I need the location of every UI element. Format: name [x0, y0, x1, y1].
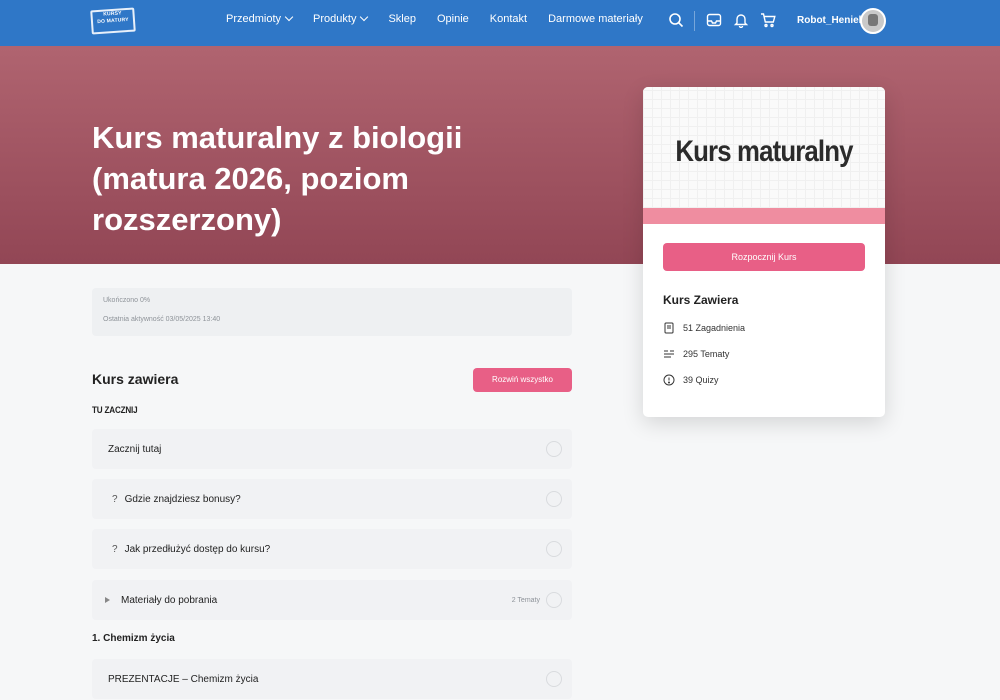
nav-item-produkty[interactable]: Produkty [313, 12, 369, 25]
thumbnail-title: Kurs maturalny [675, 135, 853, 168]
expand-arrow-icon[interactable] [105, 597, 110, 603]
book-icon [664, 322, 674, 334]
completion-circle-icon [546, 541, 562, 557]
stat-lessons-label: 295 Tematy [683, 349, 730, 359]
bell-icon[interactable] [733, 12, 749, 28]
avatar[interactable] [860, 8, 886, 34]
quiz-icon [663, 374, 675, 386]
nav-divider [694, 11, 695, 31]
course-progress: Ukończono 0% Ostatnia aktywność 03/05/20… [92, 288, 572, 336]
nav-item-kontakt[interactable]: Kontakt [490, 13, 527, 25]
lesson-title: Materiały do pobrania [121, 594, 218, 606]
completion-circle-icon [546, 441, 562, 457]
chevron-down-icon [284, 12, 294, 22]
chevron-down-icon [360, 12, 369, 22]
completion-circle-icon [546, 592, 562, 608]
main-nav: Przedmioty Produkty Sklep Opinie Kontakt… [226, 12, 664, 25]
search-icon[interactable] [668, 12, 684, 28]
lesson-title: Gdzie znajdziesz bonusy? [124, 493, 241, 505]
group-label: TU ZACZNIJ [92, 405, 138, 415]
course-card: Kurs maturalny Rozpocznij Kurs Kurs Zawi… [643, 87, 885, 417]
nav-item-darmowe-materialy[interactable]: Darmowe materiały [548, 13, 643, 25]
stat-quizzes-label: 39 Quizy [683, 375, 719, 385]
lesson-title: PREZENTACJE – Chemizm życia [108, 673, 259, 685]
progress-last-activity: Ostatnia aktywność 03/05/2025 13:40 [103, 316, 221, 323]
page-title: Kurs maturalny z biologii (matura 2026, … [92, 120, 463, 237]
completion-circle-icon [546, 491, 562, 507]
stat-lessons: 295 Tematy [663, 348, 729, 360]
lesson-title: Zacznij tutaj [108, 443, 162, 455]
cart-icon[interactable] [760, 12, 776, 28]
lesson-title: Jak przedłużyć dostęp do kursu? [124, 543, 271, 555]
lesson-row[interactable]: ? Gdzie znajdziesz bonusy? [92, 479, 572, 519]
username[interactable]: Robot_Heniek [797, 15, 864, 26]
list-icon [664, 350, 674, 358]
stat-quizzes: 39 Quizy [663, 374, 719, 386]
lesson-row-expandable[interactable]: Materiały do pobrania 2 Tematy [92, 580, 572, 620]
course-content-heading: Kurs zawiera [92, 371, 179, 387]
topics-count: 2 Tematy [511, 596, 540, 604]
top-navbar: KURSY DO MATURY Przedmioty Produkty Skle… [0, 0, 1000, 46]
nav-item-opinie[interactable]: Opinie [437, 13, 469, 25]
start-course-button[interactable]: Rozpocznij Kurs [663, 243, 865, 271]
expand-all-button[interactable]: Rozwiń wszystko [473, 368, 572, 392]
course-contains-heading: Kurs Zawiera [663, 293, 739, 307]
logo-line-2: DO MATURY [97, 16, 129, 26]
inbox-icon[interactable] [706, 12, 722, 28]
completion-circle-icon [546, 671, 562, 687]
lesson-row[interactable]: PREZENTACJE – Chemizm życia [92, 659, 572, 699]
lesson-row[interactable]: Zacznij tutaj [92, 429, 572, 469]
stat-topics: 51 Zagadnienia [663, 322, 745, 334]
stat-topics-label: 51 Zagadnienia [683, 323, 746, 333]
lesson-row[interactable]: ? Jak przedłużyć dostęp do kursu? [92, 529, 572, 569]
question-icon: ? [112, 493, 118, 505]
section-heading: 1. Chemizm życia [92, 633, 175, 644]
course-thumbnail: Kurs maturalny [643, 87, 885, 208]
question-icon: ? [112, 543, 118, 555]
site-logo[interactable]: KURSY DO MATURY [90, 7, 136, 35]
nav-item-sklep[interactable]: Sklep [388, 13, 416, 25]
thumbnail-stripe [643, 208, 885, 224]
progress-completed: Ukończono 0% [103, 297, 151, 304]
nav-item-przedmioty[interactable]: Przedmioty [226, 12, 294, 25]
